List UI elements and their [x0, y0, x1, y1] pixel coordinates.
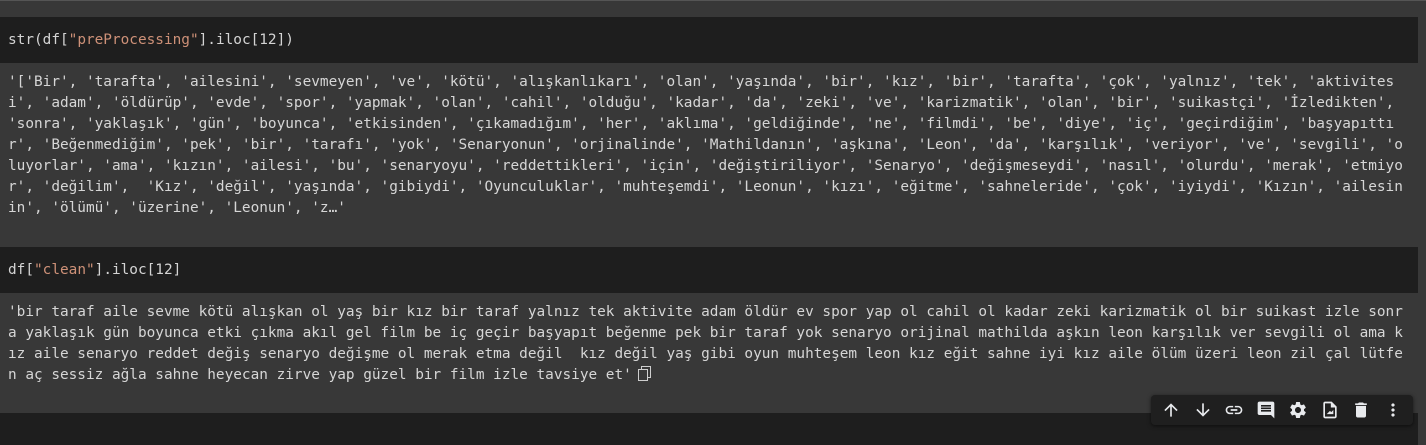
top-divider [0, 0, 1426, 1]
code-line[interactable]: str(df["preProcessing"].iloc[12]) [8, 30, 294, 50]
more-vert-icon[interactable] [1381, 398, 1405, 422]
link-icon[interactable] [1222, 398, 1246, 422]
output-text: 'bir taraf aile sevme kötü alışkan ol ya… [8, 302, 1410, 388]
gear-icon[interactable] [1286, 398, 1310, 422]
comment-icon[interactable] [1254, 398, 1278, 422]
copy-icon[interactable] [637, 366, 651, 388]
output-text: '['Bir', 'tarafta', 'ailesini', 'sevmeye… [8, 74, 1403, 216]
code-cell-2-input[interactable]: df["clean"].iloc[12] [0, 247, 1418, 293]
trash-icon[interactable] [1349, 398, 1373, 422]
cell-toolbar [1151, 395, 1413, 425]
mirror-cell-icon[interactable] [1318, 398, 1342, 422]
code-cell-1-input[interactable]: str(df["preProcessing"].iloc[12]) [0, 17, 1418, 63]
arrow-up-icon[interactable] [1159, 398, 1183, 422]
arrow-down-icon[interactable] [1191, 398, 1215, 422]
code-line[interactable]: df["clean"].iloc[12] [8, 260, 181, 280]
code-cell-1-output: '['Bir', 'tarafta', 'ailesini', 'sevmeye… [0, 63, 1418, 247]
